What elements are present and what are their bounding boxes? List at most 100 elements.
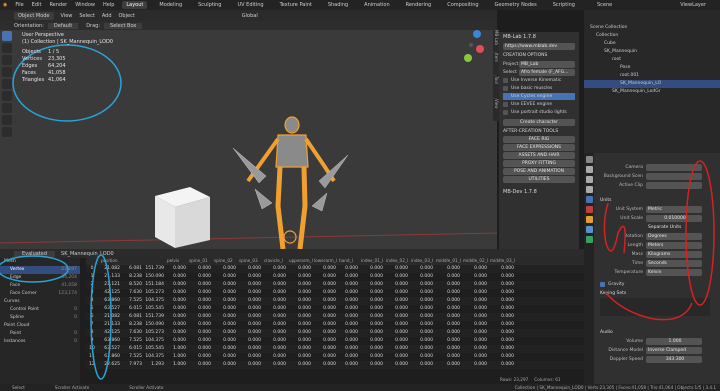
menu-file[interactable]: File (15, 2, 23, 8)
measure-tool-icon[interactable] (2, 115, 12, 125)
outliner-item-pose[interactable]: Pose (584, 64, 720, 72)
table-cell: 0.000 (474, 306, 487, 311)
object-mode-dropdown[interactable]: Object Mode (14, 11, 54, 20)
studio-lights-checkbox[interactable]: Use portrait studio lights (503, 109, 575, 116)
creation-options-header[interactable]: CREATION OPTIONS (503, 53, 575, 58)
column-header[interactable]: middle_03_l (489, 258, 516, 265)
cursor-tool-icon[interactable] (2, 43, 12, 53)
menu-view[interactable]: View (61, 13, 73, 19)
outliner-item-root-001[interactable]: root.001 (584, 72, 720, 80)
navigation-gizmo[interactable] (464, 30, 484, 62)
outliner-item-mannequin[interactable]: SK_Mannequin (584, 48, 720, 56)
outliner-item-scene-collection[interactable]: Scene Collection (584, 24, 720, 32)
tab-geometry-nodes[interactable]: Geometry Nodes (491, 1, 541, 9)
table-cell: 0.000 (223, 330, 236, 335)
tab-modeling[interactable]: Modeling (155, 1, 186, 9)
proxy-fitting-button[interactable]: PROXY FITTING (503, 160, 575, 167)
tab-uv-editing[interactable]: UV Editing (233, 1, 267, 9)
menu-render[interactable]: Render (49, 2, 67, 8)
ik-checkbox[interactable]: Use Inverse Kinematic (503, 77, 575, 84)
rotate-tool-icon[interactable] (2, 67, 12, 77)
table-cell: 0.000 (345, 362, 358, 367)
spreadsheet-table: position pelvis spine_01 spine_02 spine_03 cl… (86, 258, 584, 384)
column-header[interactable]: index_02_l (385, 258, 410, 265)
table-cell: 0.000 (370, 354, 383, 359)
table-row: 5 63.527 6.015 105.545 0.000 0.000 0.000 0.000 0… (86, 305, 584, 313)
tab-sculpting[interactable]: Sculpting (194, 1, 225, 9)
view-layer-selector[interactable]: ViewLayer (680, 2, 706, 8)
outliner-item-collection[interactable]: Collection (584, 32, 720, 40)
tab-texture-paint[interactable]: Texture Paint (276, 1, 316, 9)
column-header[interactable] (144, 258, 166, 265)
outliner-item-root[interactable]: root (584, 56, 720, 64)
table-cell: 0.000 (248, 314, 261, 319)
column-header[interactable]: upperarm_l (288, 258, 313, 265)
outliner-item-mannequin-lodgr[interactable]: SK_Mannequin_LodGr (584, 88, 720, 96)
table-cell: 0.000 (420, 354, 433, 359)
column-header[interactable]: index_03_l (410, 258, 435, 265)
tab-compositing[interactable]: Compositing (443, 1, 482, 9)
table-cell: 0.000 (323, 314, 336, 319)
move-tool-icon[interactable] (2, 55, 12, 65)
tab-layout[interactable]: Layout (122, 1, 148, 9)
table-cell: 0.000 (298, 314, 311, 319)
table-cell: 0.000 (345, 298, 358, 303)
column-header[interactable]: index_01_l (360, 258, 385, 265)
table-cell: 0.000 (173, 306, 186, 311)
table-cell: 0.000 (345, 322, 358, 327)
column-header[interactable]: pelvis (166, 258, 188, 265)
select-box-tool-icon[interactable] (2, 31, 12, 41)
project-dropdown[interactable]: MB_Lab (519, 60, 575, 68)
table-cell: 0.000 (248, 282, 261, 287)
face-expressions-button[interactable]: FACE EXPRESSIONS (503, 144, 575, 151)
pose-animation-button[interactable]: POSE AND ANIMATION (503, 168, 575, 175)
table-cell: 0.000 (370, 306, 383, 311)
mblab-url-button[interactable]: https://www.mblab.dev (503, 43, 575, 50)
menu-select[interactable]: Select (79, 13, 94, 19)
menu-add[interactable]: Add (102, 13, 112, 19)
tab-animation[interactable]: Animation (360, 1, 394, 9)
character-dropdown[interactable]: Afro female (F_AFG... (519, 68, 575, 76)
menu-help[interactable]: Help (103, 2, 114, 8)
transform-orientation-dropdown[interactable]: Global (242, 13, 258, 19)
column-header[interactable]: lowerarm_l (313, 258, 338, 265)
column-header[interactable]: middle_02_l (462, 258, 489, 265)
tab-rendering[interactable]: Rendering (402, 1, 436, 9)
column-header[interactable]: spine_01 (188, 258, 213, 265)
create-character-button[interactable]: Create character (503, 119, 575, 126)
column-header[interactable]: spine_03 (238, 258, 263, 265)
spreadsheet-footer: Rows: 23,297 Columns: 61 (500, 377, 561, 382)
3d-viewport[interactable]: Orientation: Default Drag: Select Box Us… (0, 21, 497, 249)
column-header[interactable]: hand_l (338, 258, 360, 265)
scene-selector[interactable]: Scene (597, 2, 612, 8)
annotation-red-ellipse (685, 160, 715, 306)
outliner-item-cube[interactable]: Cube (584, 40, 720, 48)
table-cell: 0.000 (474, 338, 487, 343)
scale-tool-icon[interactable] (2, 79, 12, 89)
after-creation-header[interactable]: AFTER-CREATION TOOLS (503, 129, 575, 134)
eevee-checkbox[interactable]: Use EEVEE engine (503, 101, 575, 108)
assets-hair-button[interactable]: ASSETS AND HAIR (503, 152, 575, 159)
utilities-button[interactable]: UTILITIES (503, 176, 575, 183)
annotate-tool-icon[interactable] (2, 103, 12, 113)
menu-object[interactable]: Object (119, 13, 135, 19)
menu-window[interactable]: Window (75, 2, 95, 8)
column-header[interactable]: middle_01_l (435, 258, 462, 265)
cycles-checkbox[interactable]: Use Cycles engine (503, 93, 575, 100)
table-cell: 0.000 (474, 274, 487, 279)
tab-shading[interactable]: Shading (324, 1, 352, 9)
transform-tool-icon[interactable] (2, 91, 12, 101)
face-rig-button[interactable]: FACE RIG (503, 136, 575, 143)
column-header[interactable]: spine_02 (213, 258, 238, 265)
add-cube-tool-icon[interactable] (2, 127, 12, 137)
outliner-item-mannequin-lod0[interactable]: SK_Mannequin_LO (584, 80, 720, 88)
blender-logo-icon[interactable]: ◉ (3, 2, 7, 8)
stat-objects: Objects 1 / 5 (22, 49, 60, 55)
muscles-checkbox[interactable]: Use basic muscles (503, 85, 575, 92)
column-header[interactable]: clavicle_l (263, 258, 288, 265)
table-cell: 150.090 (145, 274, 164, 279)
table-cell: 0.000 (323, 306, 336, 311)
menu-edit[interactable]: Edit (32, 2, 42, 8)
table-cell: 0.000 (395, 306, 408, 311)
tab-scripting[interactable]: Scripting (549, 1, 579, 9)
